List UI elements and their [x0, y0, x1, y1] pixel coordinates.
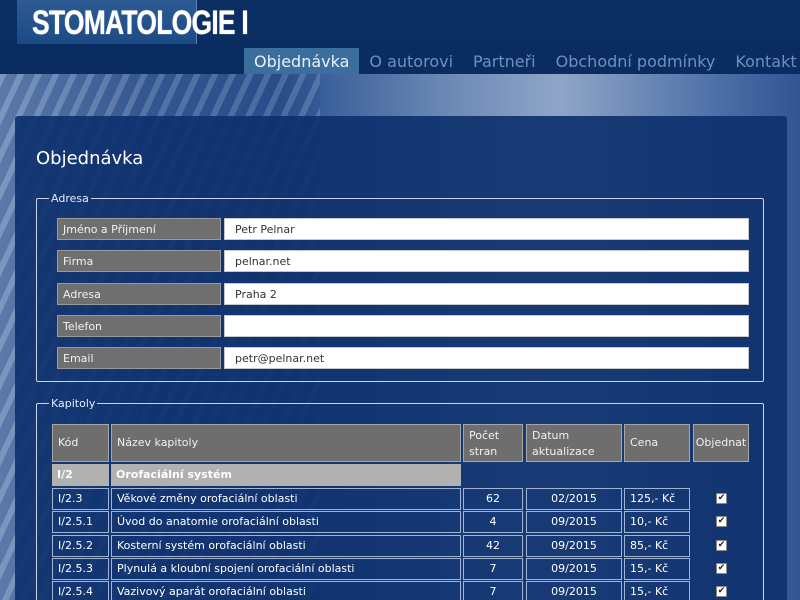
column-header-order: Objednat [693, 424, 749, 462]
order-checkbox[interactable]: ✔ [716, 563, 727, 574]
column-header-name: Název kapitoly [111, 424, 461, 462]
address-legend: Adresa [51, 192, 89, 205]
field-label-address: Adresa [57, 283, 221, 305]
nav-item-partneri[interactable]: Partneři [463, 48, 546, 74]
name-input[interactable] [224, 218, 749, 240]
field-label-email: Email [57, 347, 221, 369]
cell-updated: 09/2015 [526, 511, 622, 533]
cell-pages: 7 [463, 581, 523, 600]
column-header-code: Kód [52, 424, 109, 462]
group-name: Orofaciální systém [111, 464, 461, 486]
column-header-updated: Datum aktualizace [526, 424, 622, 462]
main-nav: Objednávka O autorovi Partneři Obchodní … [244, 48, 800, 74]
cell-code: I/2.5.2 [52, 535, 109, 557]
cell-pages: 4 [463, 511, 523, 533]
order-checkbox[interactable]: ✔ [716, 516, 727, 527]
field-row-email: Email [57, 347, 749, 369]
cell-pages: 7 [463, 558, 523, 580]
chapters-legend: Kapitoly [51, 397, 96, 410]
cell-name: Úvod do anatomie orofaciální oblasti [111, 511, 461, 533]
cell-price: 85,- Kč [624, 535, 690, 557]
column-header-pages: Počet stran [463, 424, 523, 462]
cell-code: I/2.5.3 [52, 558, 109, 580]
logo-text: STOMATOLOGIE I [32, 4, 249, 42]
cell-pages: 62 [463, 488, 523, 510]
cell-price: 15,- Kč [624, 558, 690, 580]
group-code: I/2 [52, 464, 109, 486]
field-label-name: Jméno a Příjmení [57, 218, 221, 240]
cell-price: 125,- Kč [624, 488, 690, 510]
phone-input[interactable] [224, 315, 749, 337]
cell-code: I/2.3 [52, 488, 109, 510]
field-label-company: Firma [57, 250, 221, 272]
cell-name: Věkové změny orofaciální oblasti [111, 488, 461, 510]
field-label-phone: Telefon [57, 315, 221, 337]
cell-code: I/2.5.1 [52, 511, 109, 533]
address-input[interactable] [224, 283, 749, 305]
cell-name: Vazivový aparát orofaciální oblasti [111, 581, 461, 600]
cell-updated: 02/2015 [526, 488, 622, 510]
cell-updated: 09/2015 [526, 581, 622, 600]
field-row-phone: Telefon [57, 315, 749, 337]
email-input[interactable] [224, 347, 749, 369]
company-input[interactable] [224, 250, 749, 272]
column-header-price: Cena [624, 424, 690, 462]
field-row-address: Adresa [57, 283, 749, 305]
cell-price: 15,- Kč [624, 581, 690, 600]
nav-item-o-autorovi[interactable]: O autorovi [359, 48, 463, 74]
cell-price: 10,- Kč [624, 511, 690, 533]
order-checkbox[interactable]: ✔ [716, 586, 727, 597]
cell-updated: 09/2015 [526, 558, 622, 580]
order-checkbox[interactable]: ✔ [716, 493, 727, 504]
cell-name: Plynulá a kloubní spojení orofaciální ob… [111, 558, 461, 580]
cell-name: Kosterní systém orofaciální oblasti [111, 535, 461, 557]
field-row-company: Firma [57, 250, 749, 272]
field-row-name: Jméno a Příjmení [57, 218, 749, 240]
page-title: Objednávka [36, 148, 144, 169]
cell-updated: 09/2015 [526, 535, 622, 557]
order-checkbox[interactable]: ✔ [716, 540, 727, 551]
cell-code: I/2.5.4 [52, 581, 109, 600]
nav-item-kontakt[interactable]: Kontakt [725, 48, 800, 74]
cell-pages: 42 [463, 535, 523, 557]
nav-item-obchodni-podminky[interactable]: Obchodní podmínky [546, 48, 726, 74]
nav-item-objednavka[interactable]: Objednávka [244, 48, 360, 74]
